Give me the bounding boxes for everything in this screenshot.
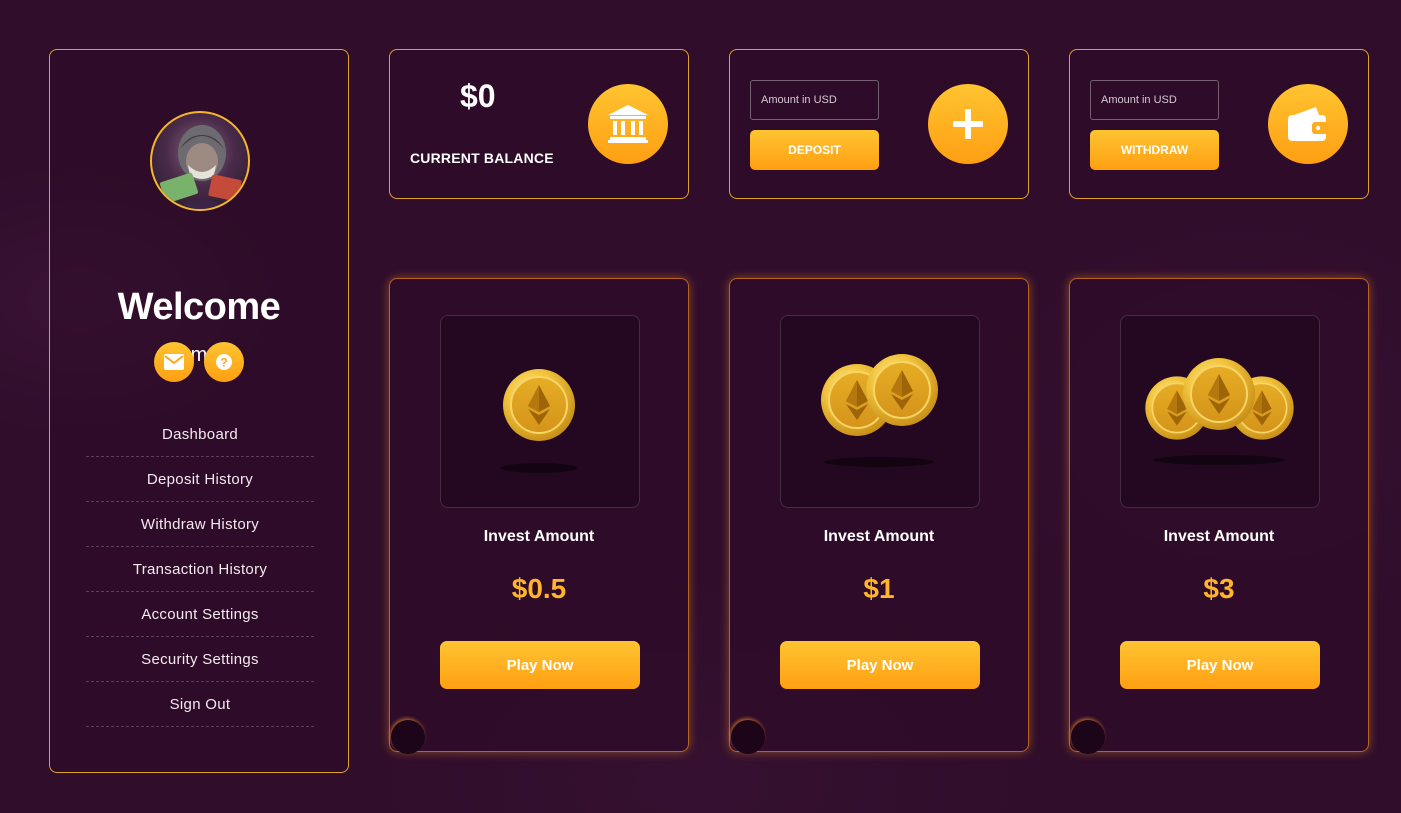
corner-decoration (391, 720, 425, 754)
invest-amount-value: $1 (863, 573, 895, 604)
welcome-heading: Welcome (117, 286, 281, 328)
balance-card: $0 CURRENT BALANCE (389, 49, 689, 199)
username: human (168, 344, 230, 366)
user-avatar (159, 125, 242, 209)
ethereum-coins-icon (1144, 357, 1295, 465)
envelope-icon (164, 354, 184, 370)
deposit-amount-input[interactable] (750, 80, 879, 120)
invest-amount-value: $3 (1203, 573, 1235, 604)
messages-button[interactable] (154, 342, 194, 382)
invest-card: Invest Amount $0.5 Play Now (389, 278, 689, 754)
invest-amount-label: Invest Amount (1163, 528, 1275, 545)
help-button[interactable]: ? (204, 342, 244, 382)
withdraw-amount-input[interactable] (1090, 80, 1219, 120)
invest-card: Invest Amount $1 Play Now (729, 278, 1029, 754)
sidebar-item-security-settings[interactable]: Security Settings (86, 637, 314, 682)
coin-image (1120, 315, 1320, 508)
plus-icon (953, 109, 983, 139)
balance-value: $0 (460, 78, 496, 114)
sidebar-nav: Dashboard Deposit History Withdraw Histo… (86, 412, 314, 727)
sidebar-item-dashboard[interactable]: Dashboard (86, 412, 314, 457)
deposit-button[interactable]: DEPOSIT (750, 130, 879, 170)
question-icon: ? (216, 354, 232, 370)
ethereum-coin-icon (501, 368, 577, 473)
invest-amount-value: $0.5 (511, 573, 567, 604)
play-now-button[interactable]: Play Now (1120, 641, 1320, 689)
sidebar-item-account-settings[interactable]: Account Settings (86, 592, 314, 637)
wallet-icon-badge[interactable] (1268, 84, 1348, 164)
coin-image (440, 315, 640, 508)
svg-text:?: ? (220, 356, 227, 370)
sidebar-item-sign-out[interactable]: Sign Out (86, 682, 314, 727)
avatar[interactable] (150, 111, 250, 211)
play-now-button[interactable]: Play Now (780, 641, 980, 689)
withdraw-button[interactable]: WITHDRAW (1090, 130, 1219, 170)
invest-card: Invest Amount $3 Play Now (1069, 278, 1369, 754)
ethereum-coins-icon (820, 353, 939, 467)
corner-decoration (1071, 720, 1105, 754)
coin-image (780, 315, 980, 508)
plus-icon-badge[interactable] (928, 84, 1008, 164)
deposit-card: DEPOSIT (729, 49, 1029, 199)
wallet-icon (1288, 107, 1328, 141)
withdraw-card: WITHDRAW (1069, 49, 1369, 199)
bank-icon (608, 105, 648, 143)
sidebar: Welcome human ? Dashboard Deposit Histor… (49, 49, 349, 773)
corner-decoration (731, 720, 765, 754)
bank-icon-badge (588, 84, 668, 164)
invest-amount-label: Invest Amount (823, 528, 935, 545)
balance-label: CURRENT BALANCE (410, 150, 554, 166)
invest-amount-label: Invest Amount (483, 528, 595, 545)
play-now-button[interactable]: Play Now (440, 641, 640, 689)
sidebar-item-withdraw-history[interactable]: Withdraw History (86, 502, 314, 547)
sidebar-item-deposit-history[interactable]: Deposit History (86, 457, 314, 502)
sidebar-item-transaction-history[interactable]: Transaction History (86, 547, 314, 592)
